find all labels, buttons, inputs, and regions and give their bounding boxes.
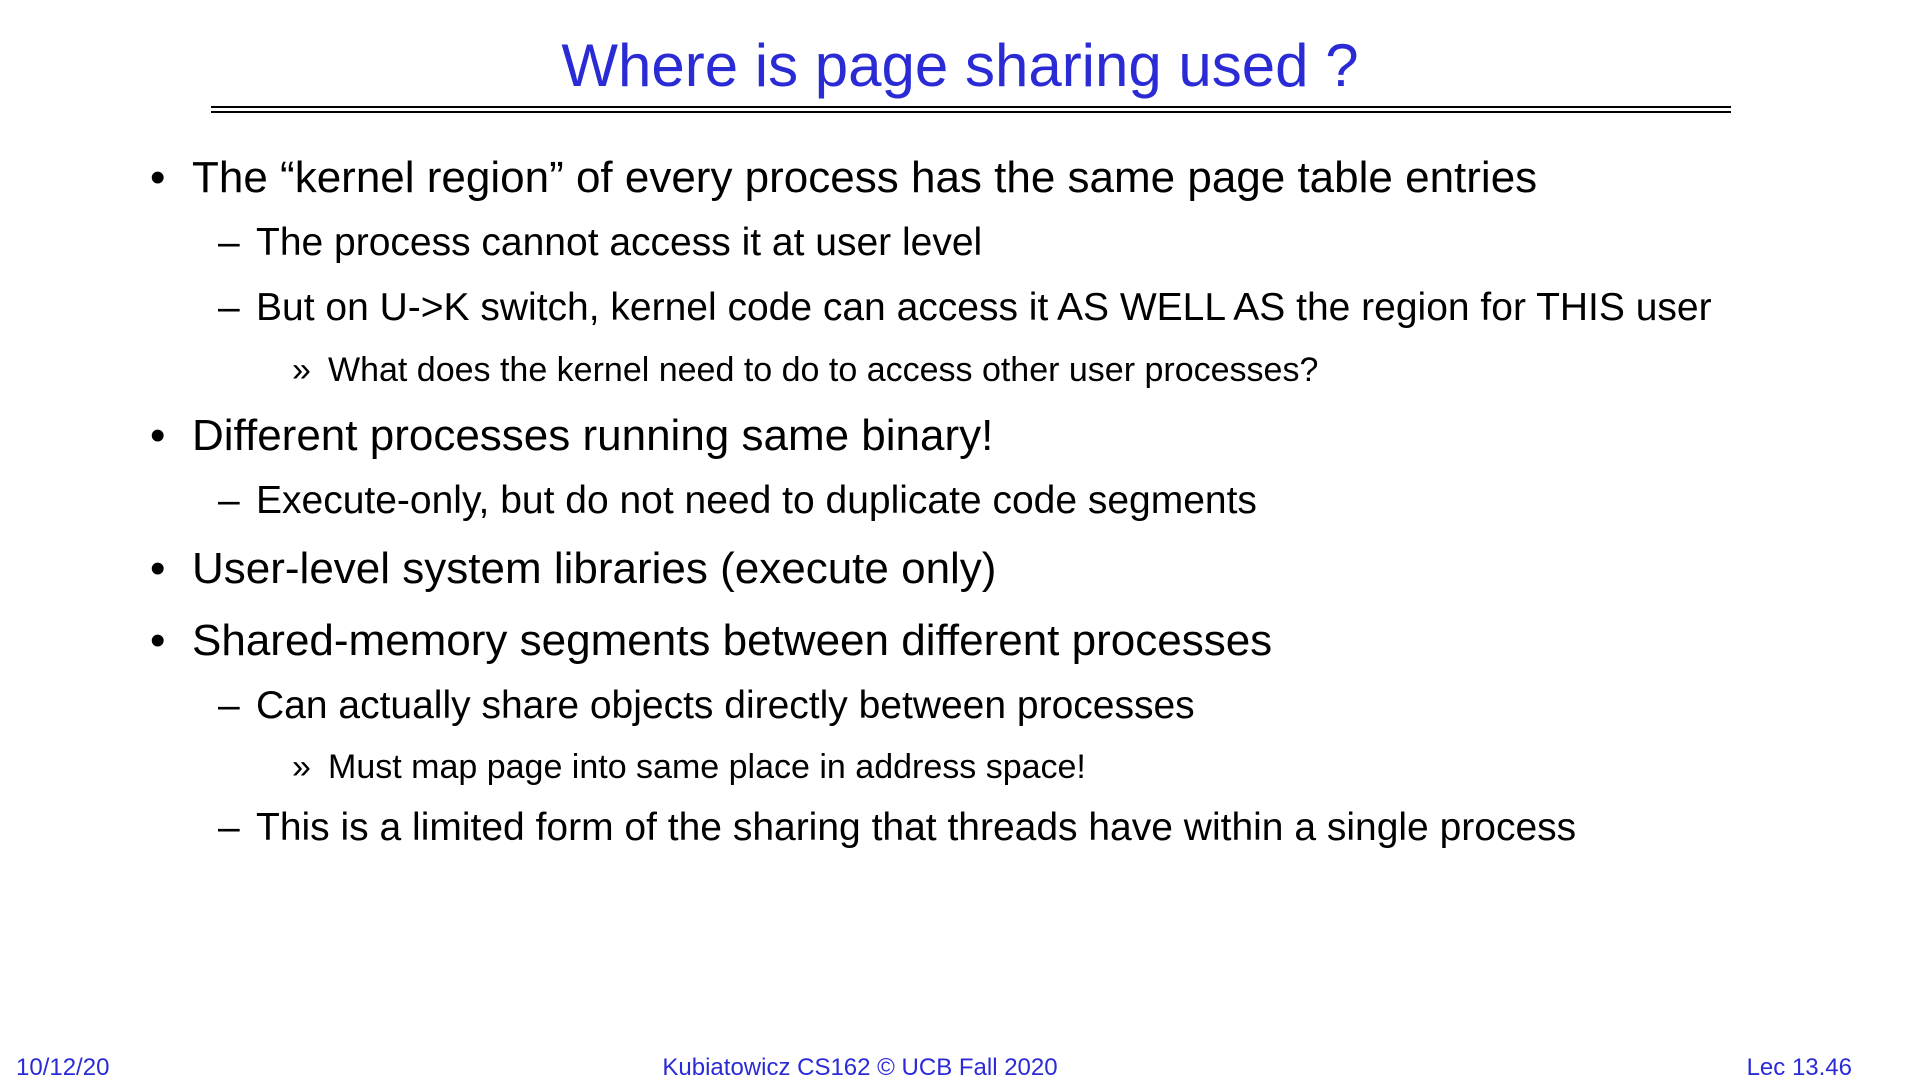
bullet-marker: •: [150, 544, 166, 593]
sub-bullet-text: Can actually share objects directly betw…: [256, 684, 1195, 727]
dash-marker: –: [218, 806, 240, 849]
sub-bullet-text: But on U->K switch, kernel code can acce…: [256, 286, 1712, 329]
bullet-text: The “kernel region” of every process has…: [192, 153, 1538, 202]
chevron-marker: »: [292, 351, 311, 389]
sub-bullet-text: Execute-only, but do not need to duplica…: [256, 479, 1257, 522]
bullet-text: Different processes running same binary!: [192, 411, 994, 460]
dash-marker: –: [218, 684, 240, 727]
sub-bullet-text: This is a limited form of the sharing th…: [256, 806, 1577, 849]
bullet-list: • The “kernel region” of every process h…: [0, 0, 1920, 1000]
bullet-marker: •: [150, 153, 166, 202]
footer-lecture: Lec 13.46: [1746, 1054, 1852, 1080]
sub-bullet-text: The process cannot access it at user lev…: [256, 221, 983, 264]
slide: Where is page sharing used ? • The “kern…: [0, 0, 1920, 1080]
bullet-text: User-level system libraries (execute onl…: [192, 544, 997, 593]
footer-course: Kubiatowicz CS162 © UCB Fall 2020: [662, 1054, 1058, 1080]
dash-marker: –: [218, 479, 240, 522]
sub-sub-bullet-text: Must map page into same place in address…: [328, 748, 1086, 786]
chevron-marker: »: [292, 748, 311, 786]
bullet-marker: •: [150, 616, 166, 665]
dash-marker: –: [218, 286, 240, 329]
dash-marker: –: [218, 221, 240, 264]
bullet-text: Shared-memory segments between different…: [192, 616, 1273, 665]
bullet-marker: •: [150, 411, 166, 460]
sub-sub-bullet-text: What does the kernel need to do to acces…: [328, 351, 1319, 389]
